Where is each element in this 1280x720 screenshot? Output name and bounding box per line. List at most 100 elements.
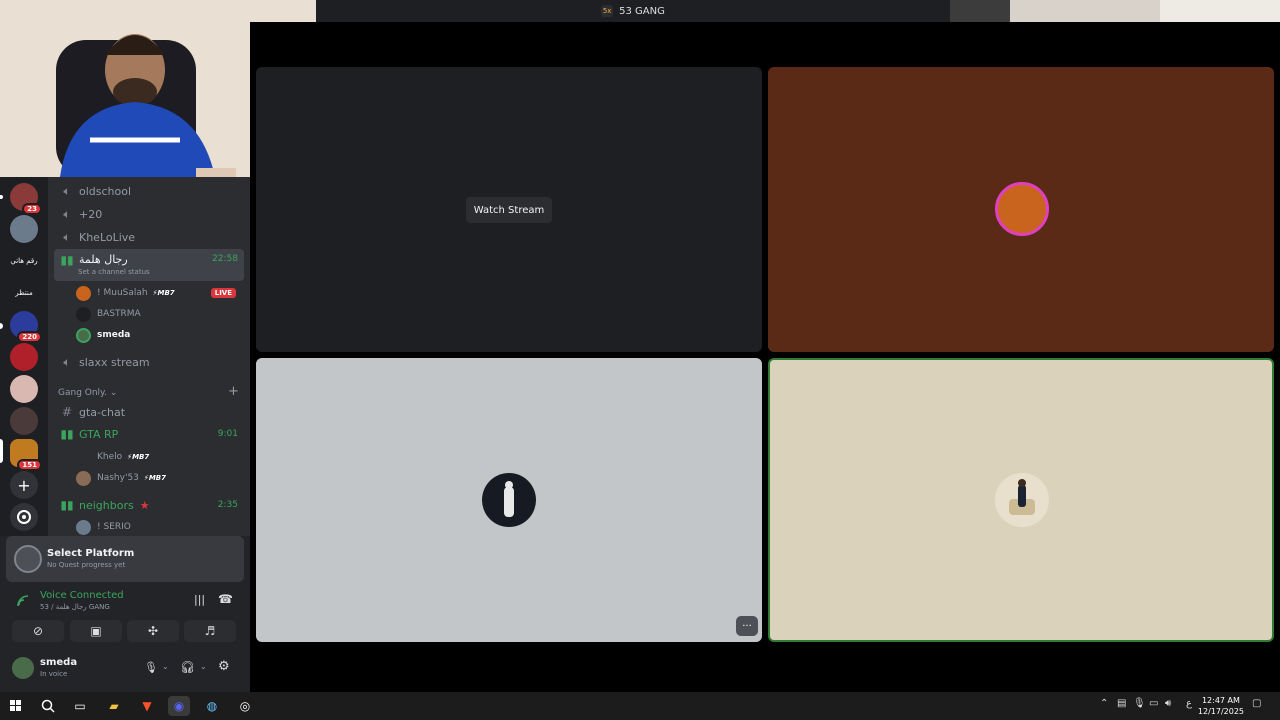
clock-date: 12/17/2025 xyxy=(1197,707,1244,716)
noise-suppression-icon[interactable]: ||| xyxy=(194,593,205,606)
channel-name: slaxx stream xyxy=(79,355,150,369)
channel-name: KheLoLive xyxy=(79,230,136,244)
more-options-button[interactable]: ··· xyxy=(736,616,758,636)
member-nashy[interactable]: Nashy'53 ⚡MB7 xyxy=(76,468,242,488)
participant-tile-muusalah[interactable] xyxy=(768,67,1274,352)
activities-button[interactable]: ✣ xyxy=(127,620,179,642)
voice-status[interactable]: Voice Connected xyxy=(40,590,124,601)
category-gang-only[interactable]: Gang Only. ⌄ xyxy=(58,388,117,398)
channel-name: neighbors xyxy=(79,498,134,512)
member-name: BASTRMA xyxy=(97,309,141,319)
chevron-down-icon[interactable]: ⌄ xyxy=(200,662,207,671)
user-name[interactable]: smeda xyxy=(40,657,77,668)
voice-active-icon: ▮▮ xyxy=(60,427,74,441)
user-avatar[interactable] xyxy=(12,657,34,679)
mic-icon[interactable]: 🎙︎ xyxy=(144,661,158,674)
member-bastrma[interactable]: BASTRMA xyxy=(76,304,242,324)
channel-khelolive[interactable]: 🔈︎ KheLoLive xyxy=(54,226,244,248)
member-name: ! MuuSalah xyxy=(97,288,148,298)
steam-icon[interactable]: ◍ xyxy=(201,696,223,716)
server-9-badge: 151 xyxy=(17,459,42,471)
member-tag: ⚡MB7 xyxy=(152,289,175,297)
server-1-icon[interactable]: 23 xyxy=(10,183,42,215)
windows-start-icon[interactable] xyxy=(5,696,27,716)
gear-icon[interactable]: ⚙ xyxy=(218,659,230,674)
add-channel-icon[interactable]: + xyxy=(228,384,239,399)
screen-share-button[interactable]: ▣ xyxy=(70,620,122,642)
soundboard-icon: ♬ xyxy=(204,624,216,638)
window-title: 53 GANG xyxy=(619,5,665,17)
server-7-icon[interactable] xyxy=(10,375,38,403)
avatar xyxy=(76,519,91,535)
task-view-icon[interactable]: ▭ xyxy=(69,696,91,716)
participant-tile-smeda[interactable] xyxy=(768,358,1274,642)
participant-tile-bastrma[interactable] xyxy=(256,358,762,642)
voice-active-icon: ▮▮ xyxy=(60,498,74,512)
server-4-icon[interactable]: منتظر xyxy=(10,279,38,307)
member-muusalah[interactable]: ! MuuSalah ⚡MB7 LIVE xyxy=(76,283,242,303)
chevron-down-icon[interactable]: ⌄ xyxy=(162,662,169,671)
avatar xyxy=(76,327,91,343)
file-explorer-icon[interactable]: ▰ xyxy=(103,696,125,716)
camera-off-icon: ⊘ xyxy=(32,624,44,638)
server-5-badge: 220 xyxy=(17,331,42,343)
participant-avatar xyxy=(482,473,536,527)
window-titlebar: 5x 53 GANG xyxy=(316,0,950,22)
soundboard-button[interactable]: ♬ xyxy=(184,620,236,642)
compass-icon xyxy=(17,510,31,524)
camera-off-button[interactable]: ⊘ xyxy=(12,620,64,642)
watch-stream-button[interactable]: Watch Stream xyxy=(466,197,552,223)
headphones-icon[interactable]: 🎧︎ xyxy=(180,660,195,674)
member-serio[interactable]: ! SERIO xyxy=(76,517,242,536)
channel-active-voice[interactable]: ▮▮ رجال هلمة 22:58 Set a channel status xyxy=(54,249,244,281)
channel-list: 🔈︎ oldschool 🔈︎ +20 🔈︎ KheLoLive ▮▮ رجال… xyxy=(48,177,250,536)
channel-slaxx-stream[interactable]: 🔈︎ slaxx stream xyxy=(54,351,244,373)
chevron-up-icon[interactable]: ⌃ xyxy=(1100,698,1108,709)
avatar xyxy=(76,470,91,486)
channel-gta-rp[interactable]: ▮▮ GTA RP 9:01 xyxy=(54,423,244,445)
search-icon[interactable] xyxy=(37,696,59,716)
channel-status[interactable]: Set a channel status xyxy=(78,268,150,276)
member-tag: ⚡MB7 xyxy=(127,453,150,461)
volume-icon[interactable]: 🔊︎ xyxy=(1165,698,1171,709)
quest-panel[interactable]: Select Platform No Quest progress yet xyxy=(6,536,244,582)
member-smeda[interactable]: smeda xyxy=(76,325,242,345)
server-9-icon[interactable]: 151 xyxy=(10,439,42,471)
system-clock[interactable]: 12:47 AM 12/17/2025 xyxy=(1198,695,1244,717)
live-badge: LIVE xyxy=(210,288,236,298)
channel-timer: 9:01 xyxy=(217,429,238,439)
server-pip xyxy=(0,323,3,329)
brave-browser-icon[interactable]: ▼ xyxy=(136,696,158,716)
devices-icon[interactable]: ▤ xyxy=(1117,698,1126,709)
channel-neighbors[interactable]: ▮▮ neighbors ★ 2:35 xyxy=(54,494,244,516)
server-6-icon[interactable] xyxy=(10,343,38,371)
quest-subtitle: No Quest progress yet xyxy=(47,561,126,569)
channel-name: gta-chat xyxy=(79,405,126,419)
participant-avatar xyxy=(995,473,1049,527)
server-3-icon[interactable]: رقم هاتي xyxy=(10,247,38,275)
channel-plus20[interactable]: 🔈︎ +20 xyxy=(54,203,244,225)
voice-location[interactable]: 53 / رجال هلمة GANG xyxy=(40,603,110,611)
mic-tray-icon[interactable]: 🎙︎ xyxy=(1133,698,1146,709)
channel-gta-chat[interactable]: # gta-chat xyxy=(54,401,244,423)
member-name: ! SERIO xyxy=(97,522,131,532)
member-khelo[interactable]: Khelo ⚡MB7 xyxy=(76,447,242,467)
network-icon[interactable]: ▭ xyxy=(1149,698,1158,709)
server-pip-selected xyxy=(0,439,3,463)
add-server-icon[interactable]: + xyxy=(10,471,38,499)
server-1-badge: 23 xyxy=(22,203,42,215)
disconnect-icon[interactable]: ☎ xyxy=(218,592,233,606)
channel-oldschool[interactable]: 🔈︎ oldschool xyxy=(54,180,244,202)
server-2-icon[interactable] xyxy=(10,215,38,243)
rockstar-icon[interactable]: ◎ xyxy=(234,696,256,716)
quest-icon xyxy=(14,545,42,573)
language-indicator[interactable]: ع xyxy=(1186,698,1192,709)
explore-icon[interactable] xyxy=(10,503,38,531)
hashtag-icon: # xyxy=(61,405,73,419)
discord-icon[interactable]: ◉ xyxy=(168,696,190,716)
server-8-icon[interactable] xyxy=(10,407,38,435)
server-5-icon[interactable]: 220 xyxy=(10,311,42,343)
channel-name: رجال هلمة xyxy=(79,253,128,266)
voice-active-icon: ▮▮ xyxy=(60,253,74,267)
notification-icon[interactable]: ▢ xyxy=(1252,698,1261,709)
